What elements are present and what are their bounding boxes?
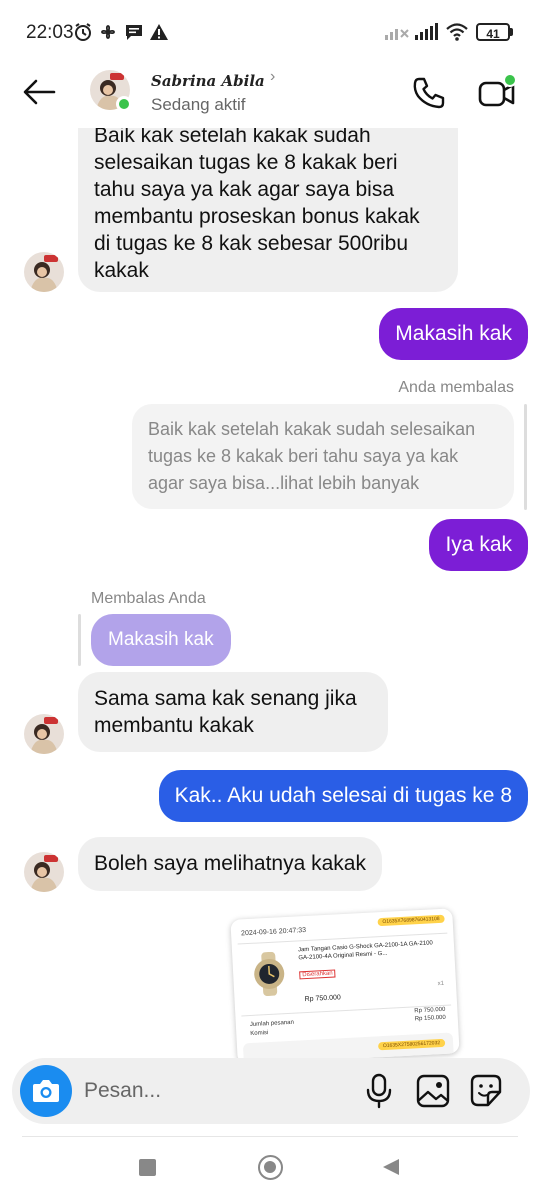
camera-button[interactable] (20, 1065, 72, 1117)
sender-avatar[interactable] (24, 252, 64, 292)
wifi-icon (446, 23, 468, 41)
receipt-status-badge: Diserahkan (299, 969, 336, 980)
gallery-icon[interactable] (414, 1072, 452, 1110)
receipt-order-id: O1635X76898760413108 (377, 914, 445, 927)
phone-call-icon[interactable] (410, 74, 448, 112)
receipt-total-label: Jumlah pesanan (249, 1019, 295, 1029)
online-indicator (116, 96, 132, 112)
avatar-photo (24, 252, 64, 292)
receipt-qty: x1 (437, 980, 445, 988)
battery-tip (510, 28, 513, 36)
signal-x-icon (385, 29, 409, 40)
battery-level: 41 (486, 27, 500, 41)
quote-bar (524, 404, 527, 510)
divider (22, 1136, 518, 1137)
receipt-total-value: Rp 750.000 (414, 1006, 446, 1015)
receipt-commission-value: Rp 150.000 (414, 1014, 446, 1023)
outgoing-message[interactable]: Kak.. Aku udah selesai di tugas ke 8 (158, 770, 528, 822)
status-time: 22:03 (26, 22, 74, 43)
reply-label: Membalas Anda (91, 590, 206, 607)
message-line: Baik kak setelah kakak sudah (94, 128, 371, 147)
status-bar: 22:03 41 (0, 0, 540, 64)
message-composer (12, 1058, 530, 1124)
warning-icon (150, 24, 168, 40)
recents-button[interactable] (139, 1159, 156, 1176)
message-notification-icon (126, 25, 142, 40)
back-triangle-icon[interactable] (381, 1157, 401, 1177)
receipt-date: 2024-09-16 20:47:33 (240, 926, 307, 938)
quoted-line: Baik kak setelah kakak sudah selesaikan (148, 419, 476, 439)
quoted-line: agar saya bisa...lihat lebih banyak (148, 473, 420, 493)
alarm-icon (75, 23, 91, 41)
pinwheel-icon (101, 25, 115, 39)
message-line: di tugas ke 8 kak sebesar 500ribu (94, 232, 409, 255)
battery-icon: 41 (476, 23, 510, 41)
sender-avatar[interactable] (24, 852, 64, 892)
message-input[interactable] (84, 1066, 344, 1116)
home-button[interactable] (258, 1155, 283, 1180)
sticker-icon[interactable] (468, 1072, 504, 1110)
quote-bar (78, 614, 81, 666)
outgoing-message[interactable]: Iya kak (429, 519, 528, 571)
message-line: Sama sama kak senang jika (94, 687, 357, 710)
incoming-message[interactable]: Baik kak setelah kakak sudah selesaikan … (78, 128, 458, 292)
video-call-icon[interactable] (476, 72, 518, 112)
camera-icon (33, 1080, 59, 1102)
message-line: kakak (94, 259, 149, 282)
watch-image (254, 951, 285, 997)
contact-name[interactable]: Sabrina Abila (151, 72, 265, 90)
reply-label: Anda membalas (398, 379, 514, 396)
incoming-message[interactable]: Boleh saya melihatnya kakak (78, 837, 382, 891)
receipt-commission-label: Komisi (250, 1030, 269, 1038)
quoted-line: tugas ke 8 kakak beri tahu saya ya kak (148, 446, 459, 466)
message-line: membantu kakak (94, 714, 254, 737)
message-line: tahu saya ya kak agar saya bisa (94, 178, 395, 201)
sender-avatar[interactable] (24, 714, 64, 754)
receipt-price: Rp 750.000 (304, 994, 341, 1004)
message-line: membantu proseskan bonus kakak (94, 205, 420, 228)
avatar-photo (24, 714, 64, 754)
incoming-message[interactable]: Sama sama kak senang jika membantu kakak (78, 672, 388, 752)
order-screenshot-image[interactable]: 2024-09-16 20:47:33 O1635X76898760413108… (230, 908, 460, 1065)
quoted-message[interactable]: Makasih kak (91, 614, 231, 666)
chat-header: Sabrina Abila › Sedang aktif (0, 64, 540, 128)
receipt-product: Jam Tangan Casio G-Shock GA-2100-1A GA-2… (297, 940, 433, 962)
outgoing-message[interactable]: Makasih kak (379, 308, 528, 360)
chevron-right-icon[interactable]: › (270, 68, 275, 86)
avatar-photo (24, 852, 64, 892)
contact-status: Sedang aktif (151, 95, 246, 114)
quoted-message[interactable]: Baik kak setelah kakak sudah selesaikan … (132, 404, 514, 509)
microphone-icon[interactable] (362, 1072, 396, 1110)
message-line: selesaikan tugas ke 8 kakak beri (94, 151, 398, 174)
home-button-dot (264, 1161, 276, 1173)
back-arrow-icon[interactable] (20, 76, 60, 108)
signal-icon (415, 23, 438, 40)
